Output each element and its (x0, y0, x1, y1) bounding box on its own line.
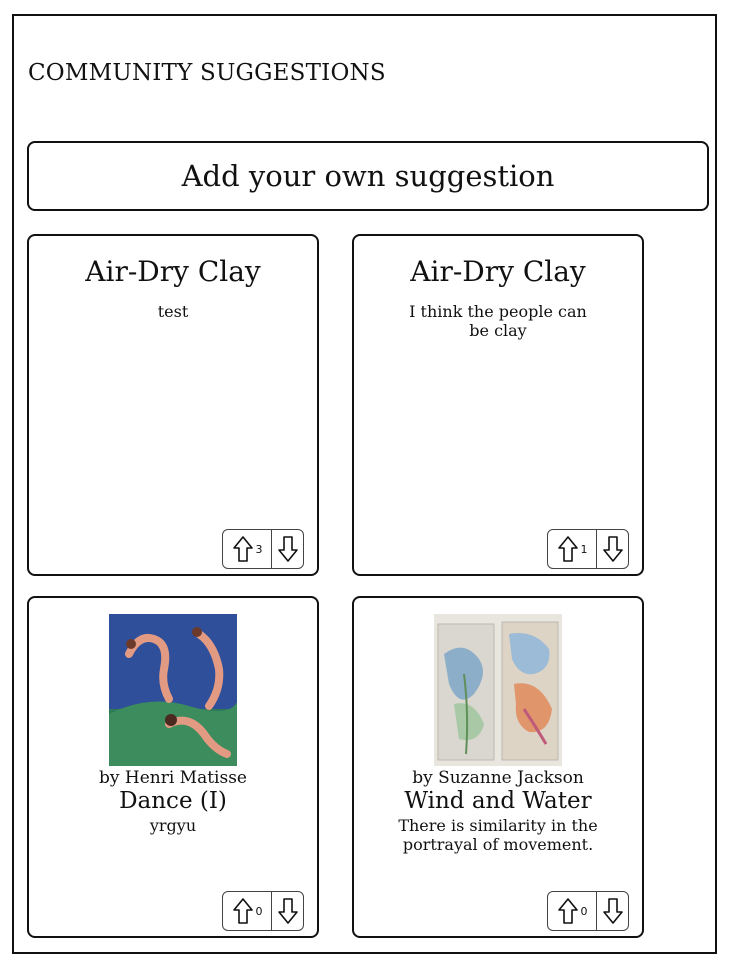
downvote-button[interactable] (597, 530, 628, 568)
arrow-up-icon (232, 536, 253, 562)
artist-byline: by Henri Matisse (98, 768, 247, 788)
vote-control: 3 (222, 529, 304, 569)
upvote-button[interactable]: 0 (223, 892, 272, 930)
add-suggestion-button[interactable]: Add your own suggestion (27, 141, 709, 211)
upvote-count: 0 (255, 904, 263, 918)
upvote-count: 1 (580, 542, 588, 556)
arrow-down-icon (277, 898, 298, 924)
artist-byline: by Suzanne Jackson (412, 768, 584, 788)
suggestions-panel: COMMUNITY SUGGESTIONS Add your own sugge… (12, 14, 717, 954)
card-description: There is similarity in the portrayal of … (398, 816, 598, 854)
card-description: I think the people can be clay (409, 302, 587, 340)
suggestion-card: by Suzanne Jackson Wind and Water There … (352, 596, 644, 938)
arrow-down-icon (602, 536, 623, 562)
suggestion-card: by Henri Matisse Dance (I) yrgyu 0 (27, 596, 319, 938)
card-title: Air-Dry Clay (85, 255, 261, 288)
arrow-down-icon (277, 536, 298, 562)
downvote-button[interactable] (272, 892, 303, 930)
suggestion-card: Air-Dry Clay test 3 (27, 234, 319, 576)
arrow-up-icon (232, 898, 253, 924)
arrow-up-icon (557, 536, 578, 562)
artwork-title: Wind and Water (404, 788, 592, 814)
artwork-thumbnail[interactable] (109, 614, 237, 766)
vote-control: 1 (547, 529, 629, 569)
artwork-title: Dance (I) (119, 788, 227, 814)
upvote-button[interactable]: 1 (548, 530, 597, 568)
upvote-count: 3 (255, 542, 263, 556)
arrow-down-icon (602, 898, 623, 924)
vote-control: 0 (547, 891, 629, 931)
card-description: test (157, 302, 189, 321)
arrow-up-icon (557, 898, 578, 924)
card-title: Air-Dry Clay (410, 255, 586, 288)
vote-control: 0 (222, 891, 304, 931)
downvote-button[interactable] (597, 892, 628, 930)
page-title: COMMUNITY SUGGESTIONS (28, 60, 386, 86)
upvote-button[interactable]: 0 (548, 892, 597, 930)
upvote-button[interactable]: 3 (223, 530, 272, 568)
upvote-count: 0 (580, 904, 588, 918)
suggestion-card: Air-Dry Clay I think the people can be c… (352, 234, 644, 576)
downvote-button[interactable] (272, 530, 303, 568)
card-description: yrgyu (149, 816, 197, 835)
artwork-thumbnail[interactable] (434, 614, 562, 766)
